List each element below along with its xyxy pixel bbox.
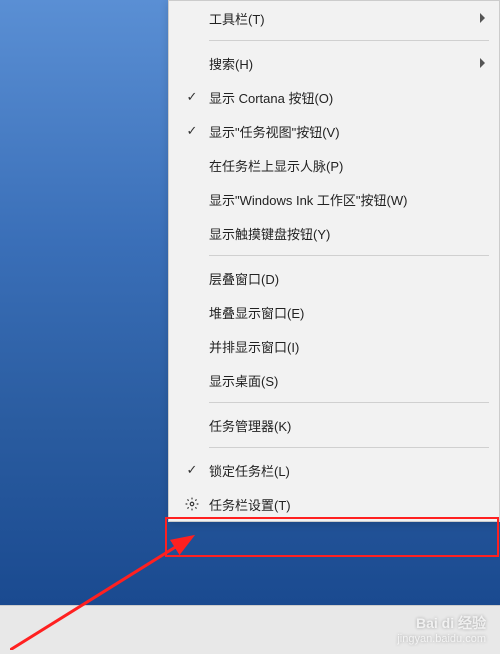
menu-item-stacked[interactable]: 堆叠显示窗口(E) [169, 295, 499, 329]
menu-item-search[interactable]: 搜索(H) [169, 46, 499, 80]
menu-separator [209, 447, 489, 448]
menu-label: 显示"Windows Ink 工作区"按钮(W) [203, 190, 407, 209]
menu-item-cortana-button[interactable]: ✓ 显示 Cortana 按钮(O) [169, 80, 499, 114]
check-icon: ✓ [181, 89, 203, 105]
menu-item-touch-keyboard[interactable]: 显示触摸键盘按钮(Y) [169, 216, 499, 250]
gear-icon [181, 497, 203, 511]
menu-label: 显示"任务视图"按钮(V) [203, 122, 340, 141]
watermark-url: jingyan.baidu.com [397, 632, 486, 646]
menu-item-taskbar-settings[interactable]: 任务栏设置(T) [169, 487, 499, 521]
menu-label: 任务管理器(K) [203, 416, 291, 435]
menu-item-toolbars[interactable]: 工具栏(T) [169, 1, 499, 35]
menu-item-people[interactable]: 在任务栏上显示人脉(P) [169, 148, 499, 182]
menu-label: 堆叠显示窗口(E) [203, 303, 304, 322]
menu-item-task-view-button[interactable]: ✓ 显示"任务视图"按钮(V) [169, 114, 499, 148]
menu-separator [209, 255, 489, 256]
menu-label: 显示 Cortana 按钮(O) [203, 88, 333, 107]
menu-item-side-by-side[interactable]: 并排显示窗口(I) [169, 329, 499, 363]
menu-label: 显示触摸键盘按钮(Y) [203, 224, 330, 243]
menu-label: 锁定任务栏(L) [203, 461, 290, 480]
check-icon: ✓ [181, 123, 203, 139]
menu-item-task-manager[interactable]: 任务管理器(K) [169, 408, 499, 442]
check-icon: ✓ [181, 462, 203, 478]
menu-label: 在任务栏上显示人脉(P) [203, 156, 343, 175]
taskbar-context-menu: 工具栏(T) 搜索(H) ✓ 显示 Cortana 按钮(O) ✓ 显示"任务视… [168, 0, 500, 522]
watermark: Bai di 经验 jingyan.baidu.com [397, 614, 486, 646]
menu-item-windows-ink[interactable]: 显示"Windows Ink 工作区"按钮(W) [169, 182, 499, 216]
menu-item-show-desktop[interactable]: 显示桌面(S) [169, 363, 499, 397]
menu-separator [209, 402, 489, 403]
menu-label: 显示桌面(S) [203, 371, 278, 390]
menu-label: 工具栏(T) [203, 9, 265, 28]
watermark-brand: Bai di 经验 [397, 614, 486, 632]
menu-separator [209, 40, 489, 41]
menu-item-cascade[interactable]: 层叠窗口(D) [169, 261, 499, 295]
menu-label: 搜索(H) [203, 54, 253, 73]
menu-label: 任务栏设置(T) [203, 495, 291, 514]
menu-label: 层叠窗口(D) [203, 269, 279, 288]
menu-item-lock-taskbar[interactable]: ✓ 锁定任务栏(L) [169, 453, 499, 487]
menu-label: 并排显示窗口(I) [203, 337, 299, 356]
